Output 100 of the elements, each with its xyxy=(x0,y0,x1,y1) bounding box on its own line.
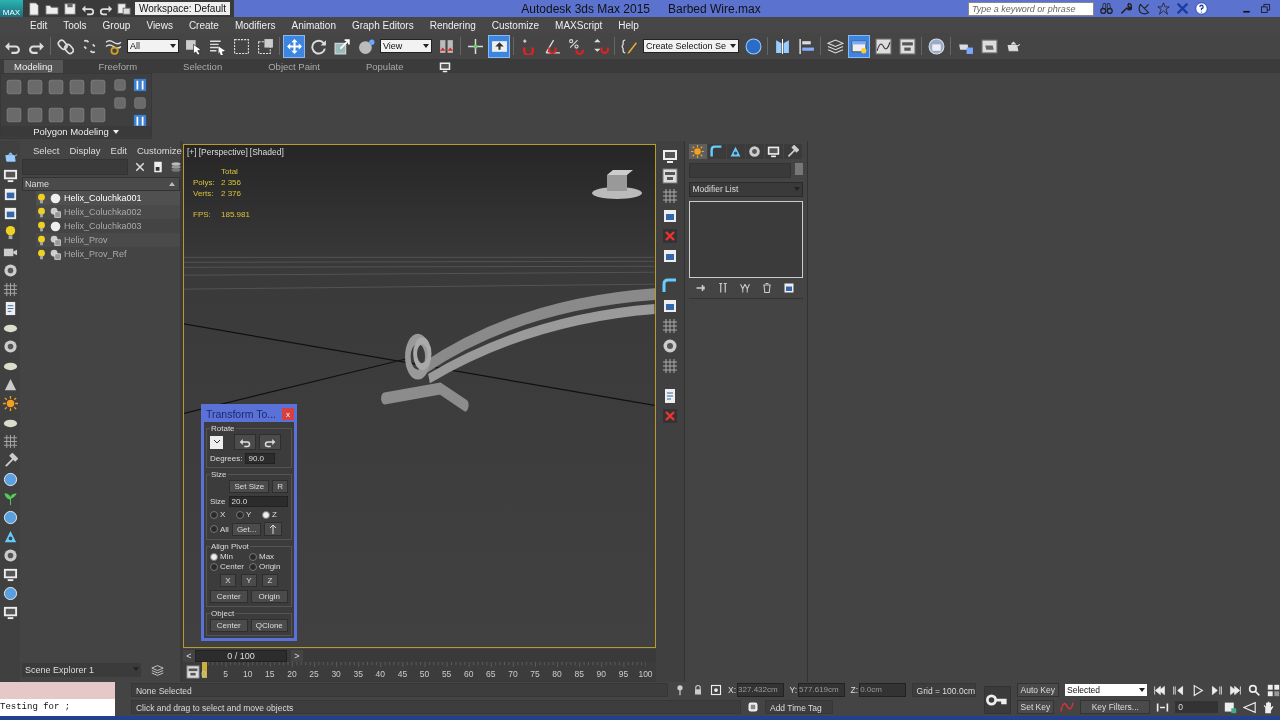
ribbon-tab[interactable]: Freeform xyxy=(88,60,148,73)
viewport-label[interactable]: [+] xyxy=(187,147,197,157)
schematic-icon[interactable] xyxy=(661,168,678,184)
monitor-icon[interactable] xyxy=(2,605,18,620)
ribbon-tab[interactable]: Modeling xyxy=(4,60,63,73)
y-coordinate-field[interactable]: 577.619cm xyxy=(798,683,845,697)
radio-button[interactable] xyxy=(249,552,257,561)
light-bulb-icon[interactable] xyxy=(36,206,47,218)
set-key-button[interactable]: Set Key xyxy=(1016,700,1055,714)
configure-sets-icon[interactable] xyxy=(782,282,795,294)
reset-button[interactable]: R xyxy=(272,480,288,493)
hammer-icon[interactable] xyxy=(783,144,802,159)
light-bulb-icon[interactable] xyxy=(36,248,47,260)
radio-button[interactable] xyxy=(249,562,257,571)
selection-box-icon[interactable] xyxy=(710,684,723,696)
restore-icon[interactable] xyxy=(1259,2,1272,15)
window-bulb-icon[interactable] xyxy=(849,35,870,57)
auto-key-button[interactable]: Auto Key xyxy=(1016,683,1059,697)
configure-sets-icon[interactable] xyxy=(661,298,678,314)
explorer-menu-item[interactable]: Select xyxy=(33,144,60,156)
degrees-spinner[interactable]: 90.0 xyxy=(245,453,276,464)
size-spinner[interactable]: 20.0 xyxy=(228,496,288,507)
configure-sets-icon[interactable] xyxy=(661,208,678,224)
add-time-tag[interactable]: Add Time Tag xyxy=(764,700,833,714)
menu-item[interactable]: Edit xyxy=(22,19,56,31)
listener-field[interactable] xyxy=(0,682,115,699)
motion-circle-icon[interactable] xyxy=(2,263,18,278)
up-arrow-box-icon[interactable] xyxy=(489,35,509,57)
close-button[interactable]: x xyxy=(282,408,294,420)
plant-icon[interactable] xyxy=(2,491,18,506)
motion-circle-icon[interactable] xyxy=(2,339,18,354)
globe-icon[interactable] xyxy=(2,510,18,525)
time-marker[interactable] xyxy=(201,662,207,678)
project-folder-icon[interactable] xyxy=(116,1,131,16)
bent-shape-icon[interactable] xyxy=(707,144,726,159)
previous-frame-icon[interactable] xyxy=(1172,683,1185,697)
ribbon-tab[interactable]: Object Paint xyxy=(258,60,330,73)
radio-button[interactable] xyxy=(210,510,218,519)
bent-shape-icon[interactable] xyxy=(661,278,678,294)
schematic-icon[interactable] xyxy=(897,35,918,57)
light-bulb-icon[interactable] xyxy=(36,220,47,232)
next-frame-button[interactable]: > xyxy=(291,649,303,662)
dropdown[interactable]: View xyxy=(380,39,432,53)
hierarchy-icon[interactable] xyxy=(2,529,18,544)
align-button[interactable]: Center xyxy=(210,590,248,603)
save-icon[interactable] xyxy=(62,1,77,16)
circle-icon[interactable] xyxy=(743,35,764,57)
zoom-icon[interactable] xyxy=(1248,683,1261,697)
dropdown[interactable]: All xyxy=(127,39,179,53)
material-sphere-icon[interactable] xyxy=(926,35,947,57)
radio-button[interactable] xyxy=(210,525,218,533)
menu-item[interactable]: Help xyxy=(610,19,647,31)
time-slider-thumb[interactable]: 0 / 100 xyxy=(195,649,287,662)
zoom-all-icon[interactable] xyxy=(1267,683,1280,697)
time-tag-icon[interactable] xyxy=(746,701,759,713)
sun-icon[interactable] xyxy=(2,396,18,411)
menu-item[interactable]: Modifiers xyxy=(226,19,284,31)
menu-item[interactable]: Create xyxy=(180,19,227,31)
light-bulb-icon[interactable] xyxy=(36,234,47,246)
explorer-menu-item[interactable]: Display xyxy=(69,144,101,156)
menu-item[interactable]: Views xyxy=(138,19,181,31)
menu-item[interactable]: Tools xyxy=(55,19,95,31)
modifier-list-dropdown[interactable]: Modifier List xyxy=(688,182,803,197)
axis-button[interactable]: X xyxy=(220,574,236,587)
monitor-icon[interactable] xyxy=(439,60,452,73)
key-mode-icon[interactable] xyxy=(1156,700,1170,714)
previous-frame-button[interactable]: < xyxy=(183,649,195,662)
hierarchy-icon[interactable] xyxy=(726,144,745,159)
scene-item-row[interactable]: Helix_Coluchka001 xyxy=(36,191,180,205)
scene-item-row[interactable]: Helix_Coluchka002 xyxy=(36,205,180,219)
listener-output[interactable]: Testing for ; xyxy=(0,699,115,716)
viewport-label[interactable]: [Shaded] xyxy=(249,147,284,157)
modifier-stack[interactable] xyxy=(688,201,803,278)
configure-sets-icon[interactable] xyxy=(2,187,18,202)
globe-icon[interactable] xyxy=(2,586,18,601)
sun-icon[interactable] xyxy=(688,144,707,159)
make-unique-icon[interactable] xyxy=(738,282,751,294)
grid-icon[interactable] xyxy=(2,434,18,449)
document-icon[interactable] xyxy=(152,161,164,173)
z-coordinate-field[interactable]: 0.0cm xyxy=(859,683,906,697)
grid-icon[interactable] xyxy=(2,282,18,297)
explorer-dropdown[interactable]: Scene Explorer 1 xyxy=(22,663,141,677)
vertical-layout-icon[interactable] xyxy=(133,114,147,128)
color-swatch[interactable] xyxy=(794,163,803,175)
axis-button[interactable]: Y xyxy=(241,574,257,587)
close-icon[interactable] xyxy=(134,161,146,173)
time-config-icon[interactable] xyxy=(1224,700,1238,714)
monitor-icon[interactable] xyxy=(661,148,678,164)
dropdown[interactable]: Create Selection Se xyxy=(643,39,740,53)
rotate-right-button[interactable] xyxy=(259,434,281,450)
pin-stack-icon[interactable] xyxy=(694,282,707,294)
align-button[interactable]: Origin xyxy=(250,590,288,603)
menu-item[interactable]: Group xyxy=(94,19,139,31)
radio-button[interactable] xyxy=(210,562,218,571)
radio-button[interactable] xyxy=(210,552,218,561)
rotate-left-button[interactable] xyxy=(234,434,256,450)
hand-icon[interactable] xyxy=(1262,700,1276,714)
search-field[interactable]: Type a keyword or phrase xyxy=(968,1,1094,16)
scene-item-row[interactable]: Helix_Prov_Ref xyxy=(36,247,180,261)
current-frame-field[interactable]: 0 xyxy=(1175,701,1219,713)
